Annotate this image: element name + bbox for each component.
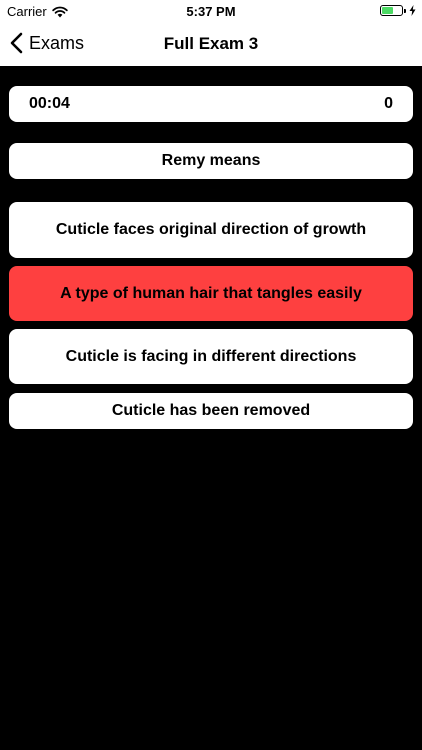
answer-text: Cuticle has been removed	[111, 402, 311, 419]
status-bar: Carrier 5:37 PM	[0, 0, 422, 22]
answer-option-4[interactable]: Cuticle has been removed	[9, 393, 413, 429]
answer-text: Cuticle faces original direction of grow…	[55, 221, 367, 238]
status-time: 5:37 PM	[186, 4, 236, 19]
navigation-bar: Exams Full Exam 3	[0, 22, 422, 66]
battery-level	[382, 7, 394, 14]
answer-text: A type of human hair that tangles easily	[60, 284, 362, 302]
question-card: Remy means	[9, 143, 413, 179]
score-value: 0	[384, 95, 393, 112]
page-title: Full Exam 3	[163, 34, 259, 53]
question-text: Remy means	[161, 152, 261, 169]
top-bar: Carrier 5:37 PM Exams Full Exam 3	[0, 0, 422, 66]
answer-option-2-incorrect[interactable]: A type of human hair that tangles easily	[9, 266, 413, 321]
battery-tip	[404, 8, 406, 13]
battery-indicator	[380, 5, 416, 16]
exam-screen: Carrier 5:37 PM Exams Full Exam 3 00:04 …	[0, 0, 422, 750]
battery-icon	[380, 5, 403, 16]
answer-option-3[interactable]: Cuticle is facing in different direction…	[9, 329, 413, 384]
answer-option-1[interactable]: Cuticle faces original direction of grow…	[9, 202, 413, 258]
timer-score-bar: 00:04 0	[9, 86, 413, 122]
charging-bolt-icon	[409, 5, 416, 16]
elapsed-time: 00:04	[29, 95, 70, 112]
answer-text: Cuticle is facing in different direction…	[65, 347, 357, 365]
